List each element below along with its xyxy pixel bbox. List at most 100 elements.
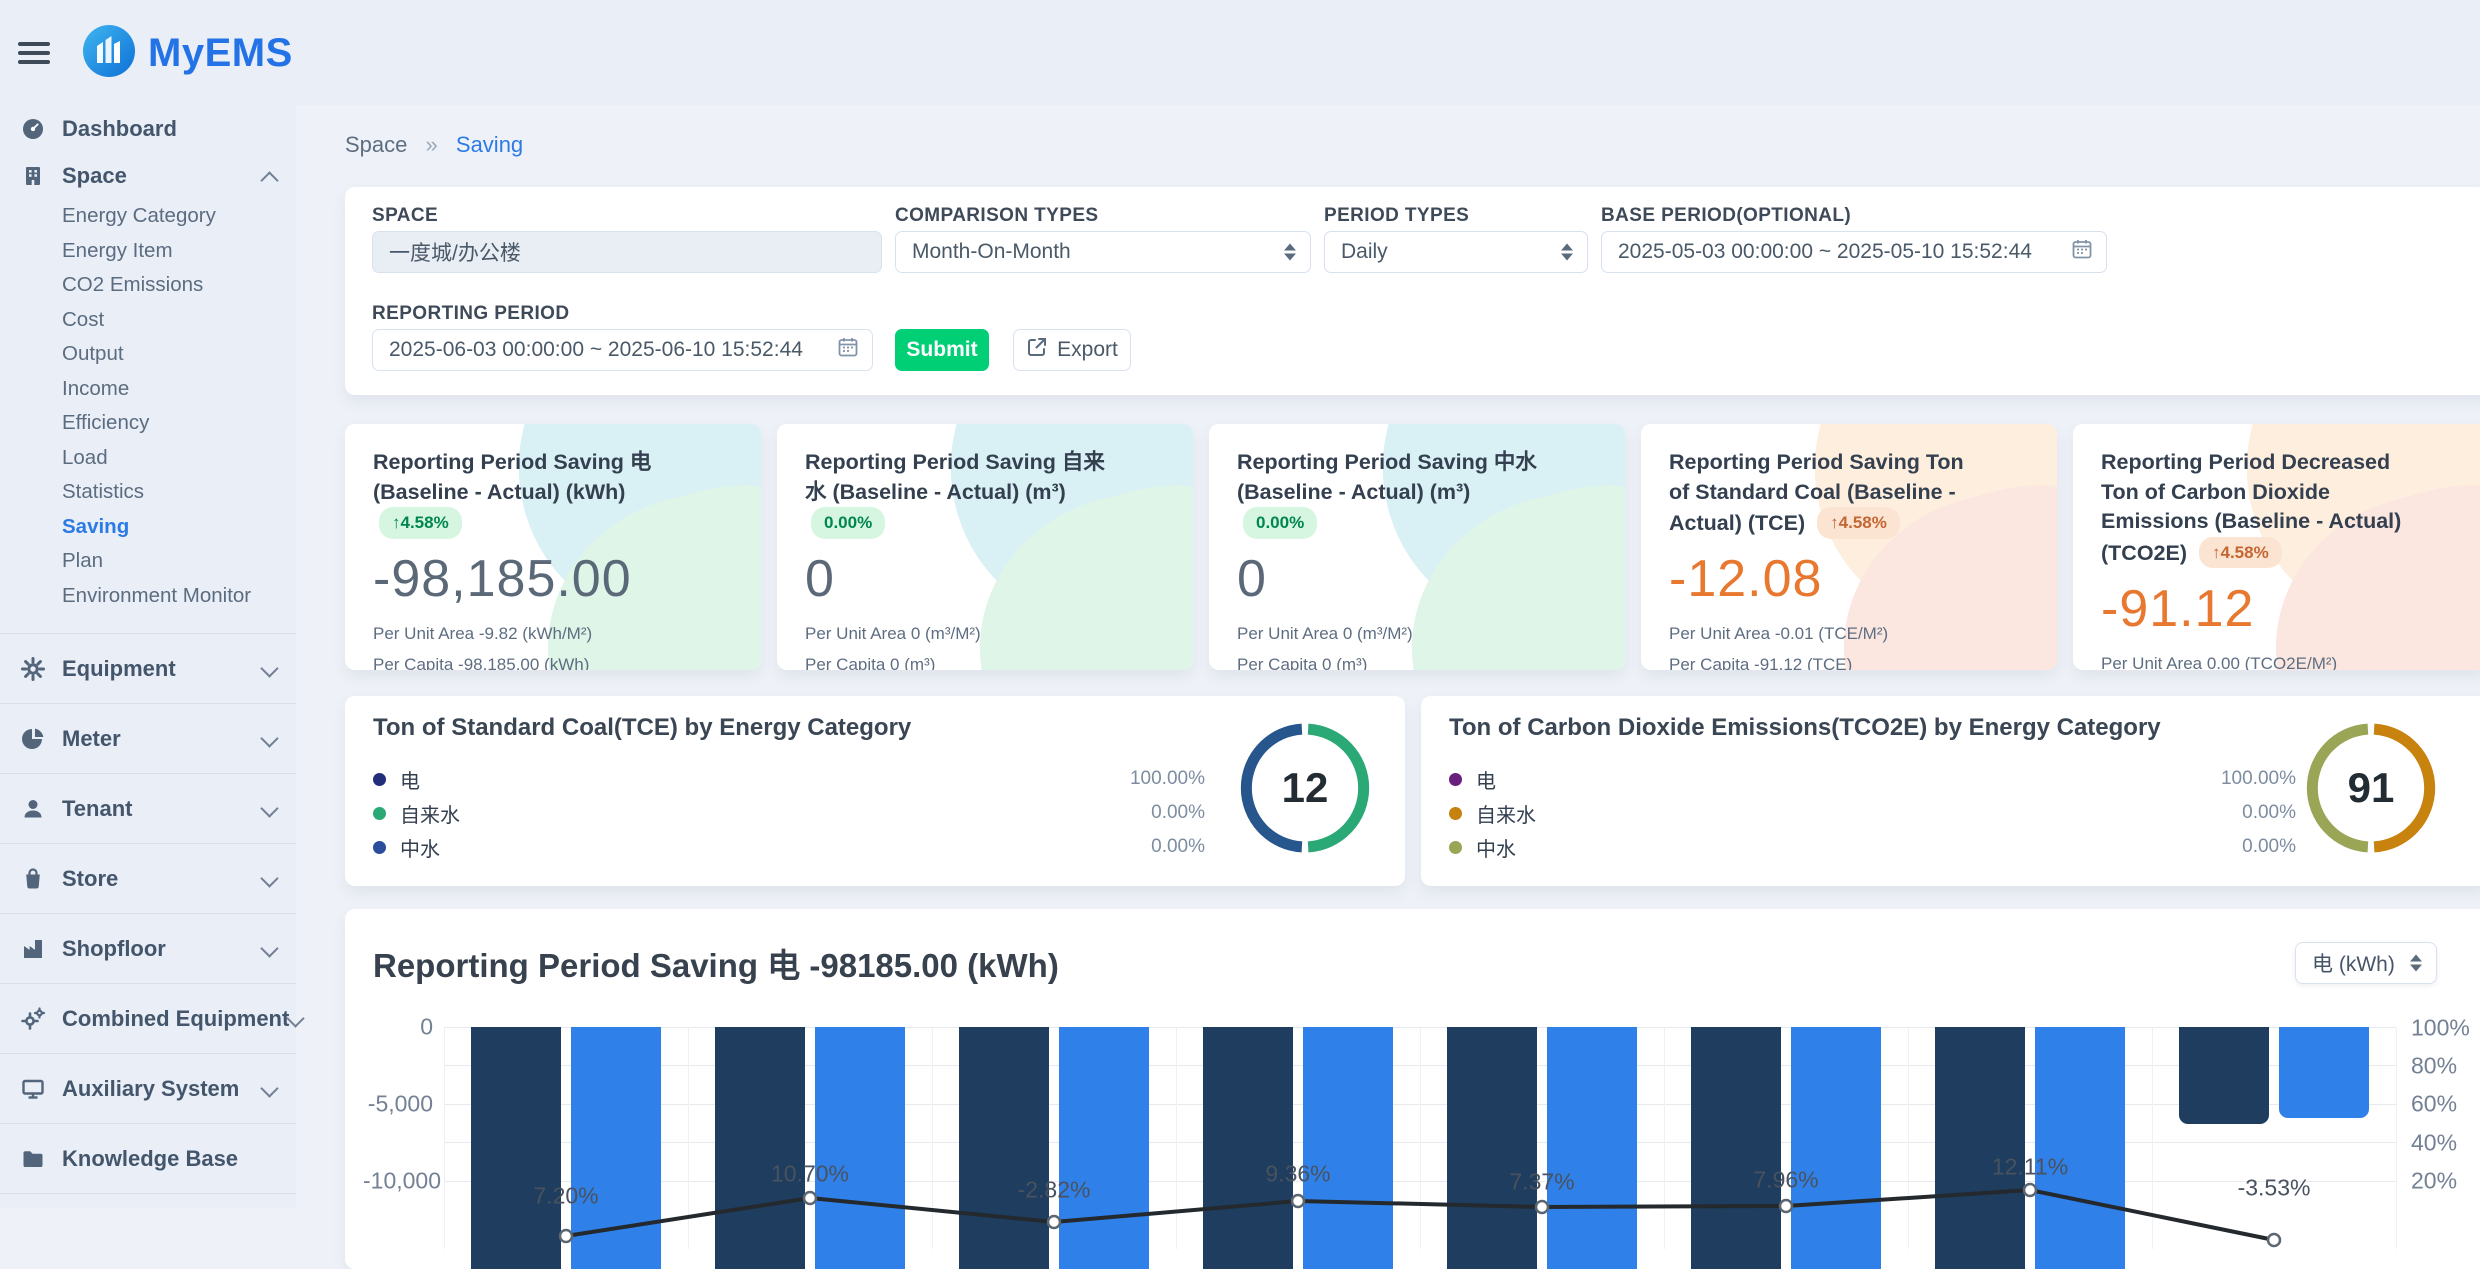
sidebar-item-output[interactable]: Output [0, 337, 296, 372]
legend-item[interactable]: 电 [373, 762, 460, 796]
reporting-period-input[interactable]: 2025-06-03 00:00:00 ~ 2025-06-10 15:52:4… [372, 329, 873, 371]
hamburger-menu-icon[interactable] [18, 42, 50, 64]
sort-arrows-icon [1561, 244, 1573, 261]
metric-card-tce: Reporting Period Saving Ton of Standard … [1641, 424, 2057, 670]
sidebar-item-store[interactable]: Store [0, 843, 296, 913]
legend: 电 自来水 中水 [373, 762, 460, 864]
sidebar-item-dashboard[interactable]: Dashboard [0, 105, 296, 153]
metric-card-electricity: Reporting Period Saving 电 (Baseline - Ac… [345, 424, 761, 670]
legend-item[interactable]: 中水 [373, 830, 460, 864]
sidebar-item-knowledge-base[interactable]: Knowledge Base [0, 1123, 296, 1194]
gridline [2396, 1027, 2397, 1249]
sidebar-item-meter[interactable]: Meter [0, 703, 296, 773]
reporting-period-label: REPORTING PERIOD [372, 303, 569, 325]
metric-card-tco2e: Reporting Period Decreased Ton of Carbon… [2073, 424, 2480, 670]
metric-value: 0 [805, 549, 1123, 609]
legend-dot [373, 841, 386, 854]
change-badge: ↑4.58% [2199, 537, 2282, 568]
shopping-bag-icon [20, 866, 46, 892]
calendar-icon [836, 335, 860, 365]
sidebar-item-load[interactable]: Load [0, 441, 296, 476]
sidebar-item-combined-equipment[interactable]: Combined Equipment [0, 983, 296, 1053]
legend: 电 自来水 中水 [1449, 762, 1536, 864]
metric-value: -91.12 [2101, 579, 2419, 639]
top-bar: MyEMS [0, 0, 2480, 105]
sidebar-item-tenant[interactable]: Tenant [0, 773, 296, 843]
y-axis-right-tick: 100% [2411, 1015, 2470, 1042]
gear-icon [20, 656, 46, 682]
chevron-down-icon [260, 939, 278, 957]
point-label: 9.36% [1265, 1161, 1330, 1188]
space-input[interactable]: 一度城/办公楼 [372, 231, 882, 273]
change-badge: ↑4.58% [379, 507, 462, 538]
per-unit-area: Per Unit Area 0 (m³/M²) [805, 624, 1123, 644]
metric-cards-row: Reporting Period Saving 电 (Baseline - Ac… [345, 424, 2480, 670]
sidebar-item-co2-emissions[interactable]: CO2 Emissions [0, 268, 296, 303]
pie-chart-icon [20, 726, 46, 752]
legend-item[interactable]: 中水 [1449, 830, 1536, 864]
gauge-icon [20, 116, 46, 142]
sidebar-item-saving[interactable]: Saving [0, 510, 296, 545]
base-period-input[interactable]: 2025-05-03 00:00:00 ~ 2025-05-10 15:52:4… [1601, 231, 2107, 273]
chevron-down-icon [260, 869, 278, 887]
metric-value: 0 [1237, 549, 1555, 609]
logo-mark-icon [82, 24, 136, 83]
sort-arrows-icon [1284, 244, 1296, 261]
chevron-up-icon [260, 171, 278, 189]
point-label: 10.70% [771, 1161, 849, 1188]
sidebar-item-auxiliary-system[interactable]: Auxiliary System [0, 1053, 296, 1123]
period-types-select[interactable]: Daily [1324, 231, 1588, 273]
app-logo[interactable]: MyEMS [82, 24, 293, 83]
change-badge: ↑4.58% [1817, 507, 1900, 538]
submit-button[interactable]: Submit [895, 329, 989, 371]
sidebar-item-energy-category[interactable]: Energy Category [0, 199, 296, 234]
point-label: -3.53% [2238, 1175, 2311, 1202]
sidebar-item-energy-item[interactable]: Energy Item [0, 234, 296, 269]
legend-item[interactable]: 自来水 [1449, 796, 1536, 830]
legend-percentages: 100.00% 0.00% 0.00% [2156, 762, 2296, 864]
panel-title: Ton of Carbon Dioxide Emissions(TCO2E) b… [1449, 714, 2161, 742]
sidebar-item-label: Space [62, 163, 127, 189]
legend-item[interactable]: 自来水 [373, 796, 460, 830]
trend-line-chart [444, 1027, 2396, 1257]
sidebar-item-equipment[interactable]: Equipment [0, 633, 296, 703]
per-capita: Per Capita 0 (m³) [1237, 655, 1555, 670]
export-icon [1026, 336, 1048, 364]
legend-dot [373, 773, 386, 786]
point-label: 7.96% [1753, 1167, 1818, 1194]
filter-panel: SPACE 一度城/办公楼 COMPARISON TYPES Month-On-… [345, 187, 2480, 395]
sidebar-item-income[interactable]: Income [0, 372, 296, 407]
sidebar-item-cost[interactable]: Cost [0, 303, 296, 338]
breadcrumb-space-link[interactable]: Space [345, 132, 407, 157]
metric-value: -98,185.00 [373, 549, 691, 609]
chevron-down-icon [260, 659, 278, 677]
folder-icon [20, 1146, 46, 1172]
legend-dot [1449, 841, 1462, 854]
chart-title: Reporting Period Saving 电 -98185.00 (kWh… [373, 939, 1059, 987]
metric-card-tap-water: Reporting Period Saving 自来水 (Baseline - … [777, 424, 1193, 670]
unit-select[interactable]: 电 (kWh) [2295, 942, 2437, 984]
chevron-down-icon [287, 1009, 305, 1027]
y-axis-left-tick: -10,000 [363, 1168, 433, 1195]
legend-item[interactable]: 电 [1449, 762, 1536, 796]
sidebar-item-environment-monitor[interactable]: Environment Monitor [0, 579, 296, 614]
change-badge: 0.00% [811, 507, 885, 538]
breadcrumb-saving-link[interactable]: Saving [456, 132, 523, 157]
comparison-types-select[interactable]: Month-On-Month [895, 231, 1311, 273]
export-button[interactable]: Export [1013, 329, 1131, 371]
sidebar-space-children: Energy Category Energy Item CO2 Emission… [0, 199, 296, 613]
sidebar-item-statistics[interactable]: Statistics [0, 475, 296, 510]
tco2e-by-category-panel: Ton of Carbon Dioxide Emissions(TCO2E) b… [1421, 696, 2480, 886]
per-capita: Per Capita -98,185.00 (kWh) [373, 655, 691, 670]
factory-icon [20, 936, 46, 962]
sidebar-item-plan[interactable]: Plan [0, 544, 296, 579]
breadcrumb-separator: » [426, 132, 438, 157]
tce-by-category-panel: Ton of Standard Coal(TCE) by Energy Cate… [345, 696, 1405, 886]
point-label: 7.20% [533, 1183, 598, 1210]
sidebar-item-shopfloor[interactable]: Shopfloor [0, 913, 296, 983]
sidebar-item-space[interactable]: Space [0, 153, 296, 199]
brand-name: MyEMS [148, 31, 293, 76]
sidebar-item-label: Dashboard [62, 116, 177, 142]
legend-dot [1449, 807, 1462, 820]
sidebar-item-efficiency[interactable]: Efficiency [0, 406, 296, 441]
